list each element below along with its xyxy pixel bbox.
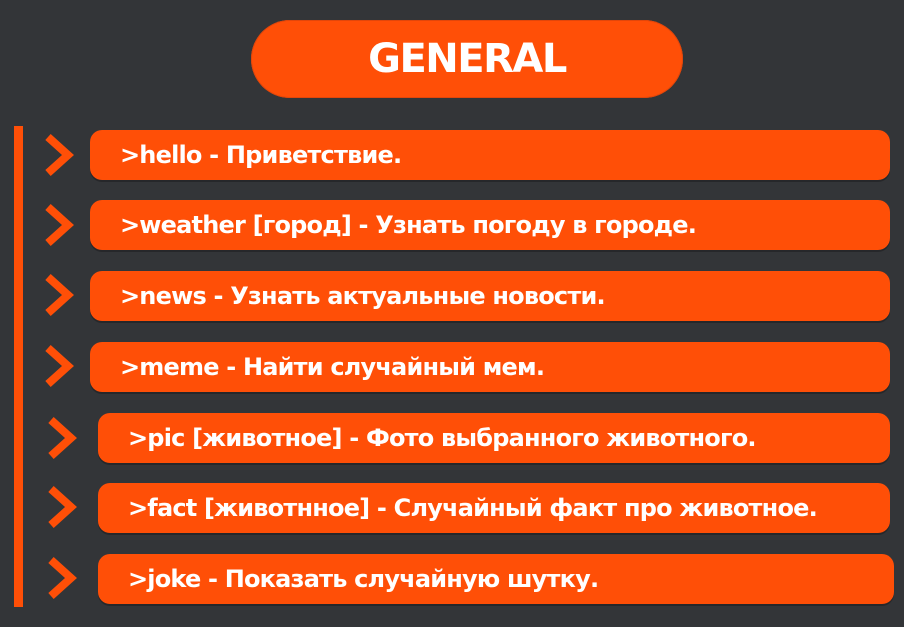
command-text: >hello - Приветствие. [120, 141, 402, 169]
left-accent-bar [14, 126, 23, 607]
command-text: >pic [животное] - Фото выбранного животн… [128, 424, 757, 452]
chevron-right-icon [45, 556, 79, 600]
command-text: >fact [животнное] - Случайный факт про ж… [128, 494, 818, 522]
chevron-right-icon [42, 203, 76, 247]
command-text: >weather [город] - Узнать погоду в город… [120, 211, 697, 239]
command-joke: >joke - Показать случайную шутку. [98, 554, 894, 604]
command-fact: >fact [животнное] - Случайный факт про ж… [98, 483, 890, 533]
chevron-right-icon [42, 133, 76, 177]
chevron-right-icon [45, 416, 79, 460]
chevron-right-icon [42, 273, 76, 317]
command-text: >joke - Показать случайную шутку. [128, 565, 599, 593]
command-text: >meme - Найти случайный мем. [120, 353, 545, 381]
command-text: >news - Узнать актуальные новости. [120, 282, 606, 310]
chevron-right-icon [42, 344, 76, 388]
page-title: GENERAL [368, 36, 567, 82]
command-meme: >meme - Найти случайный мем. [90, 342, 890, 392]
title-banner: GENERAL [251, 20, 683, 98]
chevron-right-icon [45, 485, 79, 529]
command-weather: >weather [город] - Узнать погоду в город… [90, 200, 890, 250]
command-hello: >hello - Приветствие. [90, 130, 890, 180]
command-pic: >pic [животное] - Фото выбранного животн… [98, 413, 890, 463]
command-news: >news - Узнать актуальные новости. [90, 271, 890, 321]
